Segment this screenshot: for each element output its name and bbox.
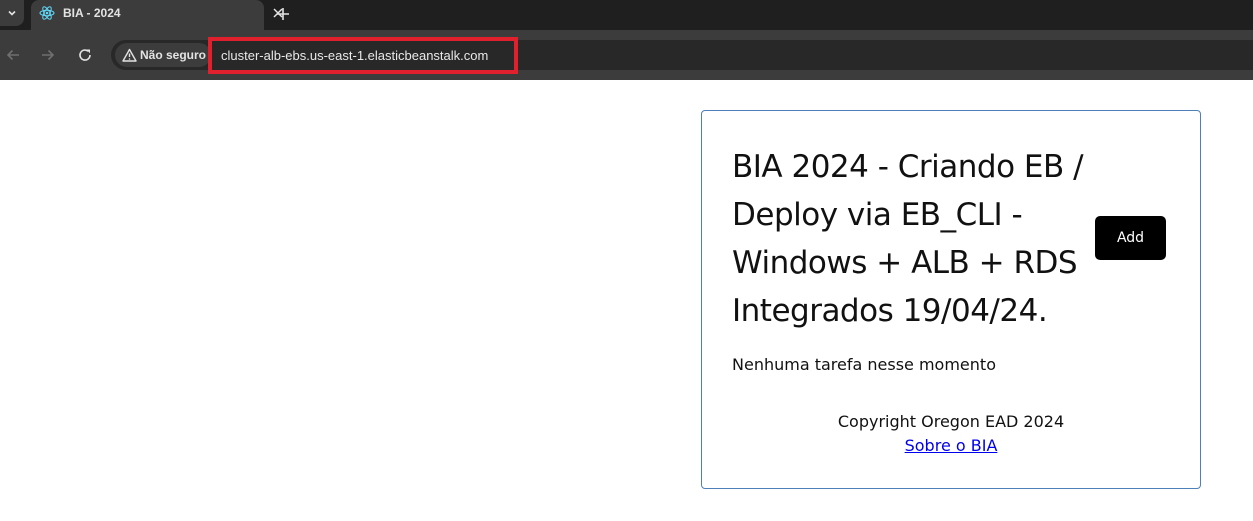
plus-icon[interactable]	[275, 6, 291, 22]
tab-title: BIA - 2024	[63, 6, 121, 20]
url-text[interactable]: cluster-alb-ebs.us-east-1.elasticbeansta…	[221, 48, 488, 63]
arrow-left-icon[interactable]	[5, 47, 21, 63]
react-icon	[39, 6, 55, 20]
tab-search-button[interactable]	[0, 0, 24, 26]
about-link[interactable]: Sobre o BIA	[905, 434, 998, 458]
security-label: Não seguro	[140, 48, 207, 62]
address-bar[interactable]: Não seguro cluster-alb-ebs.us-east-1.ela…	[111, 37, 1253, 74]
tab-strip: BIA - 2024	[0, 0, 1253, 30]
empty-task-message: Nenhuma tarefa nesse momento	[732, 355, 996, 374]
warning-triangle-icon	[122, 48, 137, 62]
tab-active[interactable]: BIA - 2024	[31, 0, 283, 30]
browser-toolbar: Não seguro cluster-alb-ebs.us-east-1.ela…	[0, 30, 1253, 80]
footer: Copyright Oregon EAD 2024 Sobre o BIA	[702, 410, 1200, 458]
add-button[interactable]: Add	[1095, 216, 1166, 260]
task-card: BIA 2024 - Criando EB / Deploy via EB_CL…	[701, 110, 1201, 489]
reload-icon[interactable]	[77, 47, 93, 63]
url-highlight-box: cluster-alb-ebs.us-east-1.elasticbeansta…	[208, 37, 518, 74]
copyright-text: Copyright Oregon EAD 2024	[837, 412, 1065, 431]
page-title: BIA 2024 - Criando EB / Deploy via EB_CL…	[732, 149, 1084, 329]
arrow-right-icon[interactable]	[40, 47, 56, 63]
chevron-down-icon	[8, 10, 16, 16]
security-chip[interactable]: Não seguro	[115, 43, 211, 67]
